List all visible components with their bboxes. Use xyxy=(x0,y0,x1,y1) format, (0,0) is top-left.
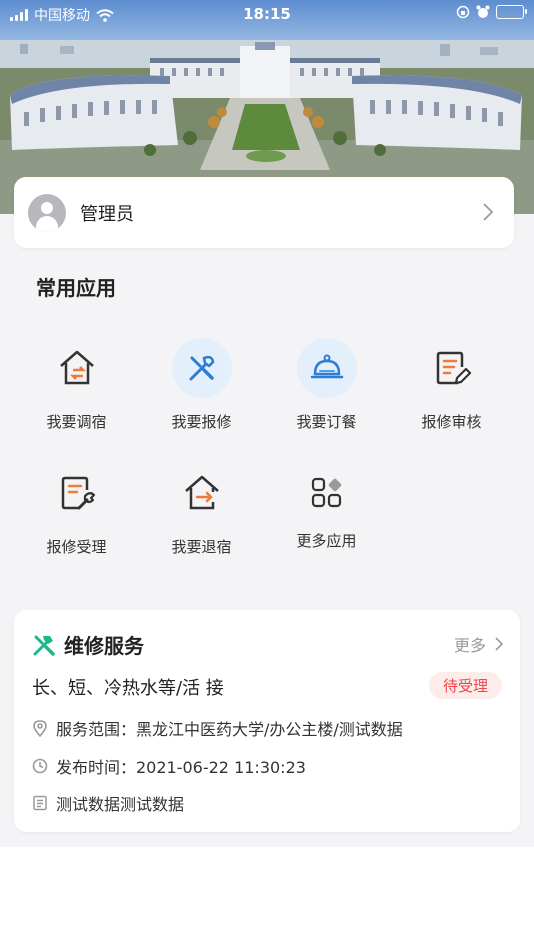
more-link[interactable]: 更多 xyxy=(454,632,504,656)
hammer-wrench-icon xyxy=(33,635,55,656)
rotation-lock-icon xyxy=(456,5,470,19)
apps-section-title: 常用应用 xyxy=(36,276,116,300)
app-label: 我要退宿 xyxy=(171,538,232,556)
app-label: 报修审核 xyxy=(421,413,482,431)
app-order-meal[interactable]: 我要订餐 xyxy=(264,338,389,432)
app-repair-review[interactable]: 报修审核 xyxy=(389,338,514,432)
house-exit-icon xyxy=(172,463,232,523)
repair-card-header: 维修服务 xyxy=(32,630,144,659)
tools-icon xyxy=(171,338,232,398)
app-label: 我要调宿 xyxy=(46,413,107,431)
repair-item-title: 长、短、冷热水等/活 接 xyxy=(32,678,224,699)
service-scope-row: 服务范围：黑龙江中医药大学/办公主楼/测试数据 xyxy=(32,716,403,740)
repair-service-card[interactable]: 维修服务 更多 长、短、冷热水等/活 接 待受理 服务范围：黑龙江中医药大学/办… xyxy=(14,610,520,832)
wrench-document-icon xyxy=(47,463,107,523)
app-checkout-dorm[interactable]: 我要退宿 xyxy=(139,463,264,557)
app-label: 报修受理 xyxy=(46,538,107,556)
chevron-right-icon xyxy=(483,203,494,221)
status-time: 18:15 xyxy=(243,5,291,23)
location-pin-icon xyxy=(33,720,47,737)
description-text: 测试数据测试数据 xyxy=(56,795,185,814)
app-label: 我要订餐 xyxy=(296,413,357,431)
app-report-repair[interactable]: 我要报修 xyxy=(139,338,264,432)
avatar xyxy=(28,193,66,232)
app-label: 我要报修 xyxy=(171,413,232,431)
status-badge: 待受理 xyxy=(428,672,502,699)
app-more-apps[interactable]: 更多应用 xyxy=(264,463,389,551)
repair-card-title: 维修服务 xyxy=(64,634,144,658)
service-scope-text: 服务范围：黑龙江中医药大学/办公主楼/测试数据 xyxy=(56,720,403,739)
app-swap-dorm[interactable]: 我要调宿 xyxy=(14,338,139,432)
house-swap-icon xyxy=(47,338,107,398)
battery-icon xyxy=(496,5,527,19)
chevron-right-icon xyxy=(495,637,504,651)
publish-time-text: 发布时间：2021-06-22 11:30:23 xyxy=(56,758,306,777)
alarm-icon xyxy=(476,5,490,18)
more-apps-icon xyxy=(297,463,357,523)
status-right xyxy=(456,5,527,19)
user-profile-card[interactable]: 管理员 xyxy=(14,177,514,248)
app-accept-repair[interactable]: 报修受理 xyxy=(14,463,139,557)
clock-icon xyxy=(32,758,48,774)
more-label: 更多 xyxy=(453,636,486,655)
description-row: 测试数据测试数据 xyxy=(32,791,184,815)
app-label: 更多应用 xyxy=(296,532,357,550)
status-bar: 中国移动 18:15 xyxy=(0,0,534,30)
edit-document-icon xyxy=(422,338,482,398)
user-name: 管理员 xyxy=(80,203,134,225)
publish-time-row: 发布时间：2021-06-22 11:30:23 xyxy=(32,754,306,778)
document-icon xyxy=(33,795,47,811)
meal-cloche-icon xyxy=(296,338,357,398)
